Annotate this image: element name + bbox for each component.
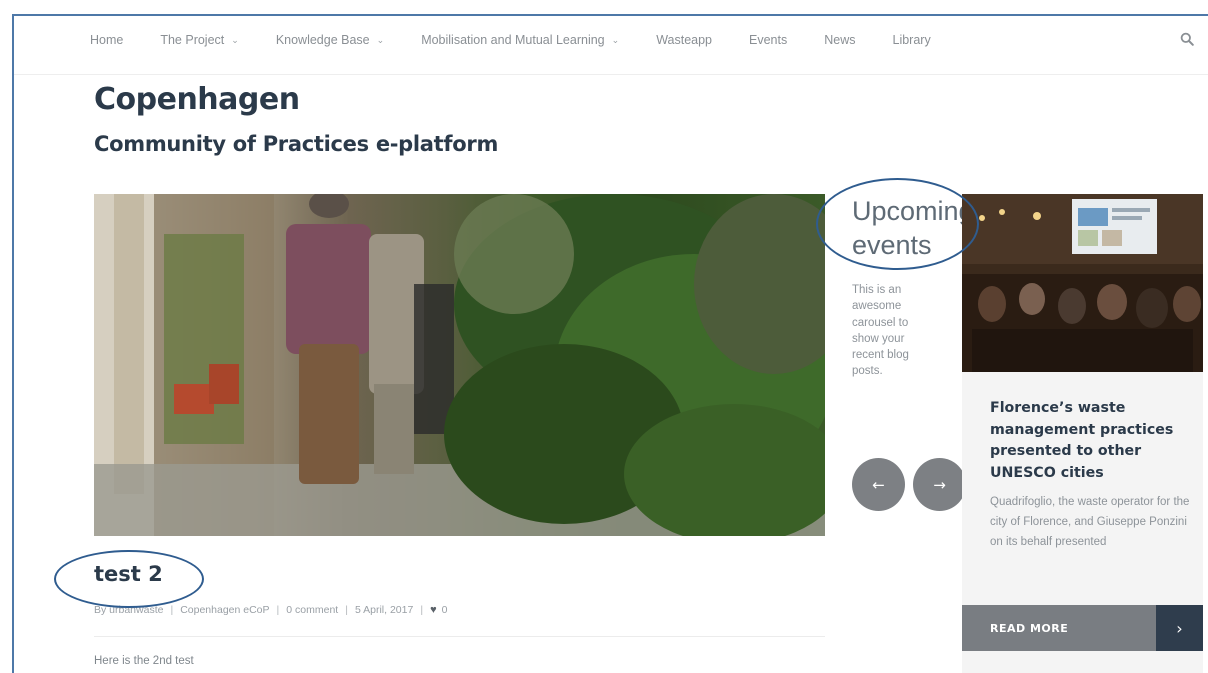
arrow-left-icon: ← <box>872 475 885 494</box>
nav-item-label: News <box>824 33 856 47</box>
chevron-down-icon: ⌄ <box>231 34 239 45</box>
nav-item-label: Home <box>90 33 124 47</box>
nav-item-library[interactable]: Library <box>893 33 931 47</box>
window-left-border <box>12 14 14 673</box>
post-title[interactable]: test 2 <box>94 562 163 586</box>
post-category-link[interactable]: Copenhagen eCoP <box>180 604 269 616</box>
meta-separator: | <box>276 604 280 616</box>
chevron-right-icon: › <box>1176 618 1183 638</box>
event-card-title[interactable]: Florence’s waste management practices pr… <box>990 398 1190 484</box>
nav-item-label: The Project <box>160 33 225 47</box>
window-top-border <box>12 14 1208 16</box>
post-comments-link[interactable]: 0 comment <box>286 604 338 616</box>
meta-separator: | <box>170 604 174 616</box>
post-likes-count: 0 <box>441 604 448 616</box>
event-card: Florence’s waste management practices pr… <box>962 194 1203 673</box>
post-featured-image[interactable] <box>94 194 825 536</box>
nav-item-label: Knowledge Base <box>275 33 370 47</box>
upcoming-title-line2: events <box>852 230 932 260</box>
post-date: 5 April, 2017 <box>354 604 414 616</box>
nav-item-the-project[interactable]: The Project ⌄ <box>160 33 238 47</box>
nav-item-knowledge-base[interactable]: Knowledge Base ⌄ <box>276 33 384 47</box>
upcoming-description: This is an awesome carousel to show your… <box>852 284 909 378</box>
upcoming-events-heading: Upcoming events <box>852 194 964 262</box>
page-subtitle: Community of Practices e-platform <box>94 132 499 156</box>
nav-divider <box>14 74 1208 75</box>
nav-item-label: Mobilisation and Mutual Learning <box>421 33 605 47</box>
event-photo <box>962 194 1203 372</box>
nav-item-news[interactable]: News <box>824 33 855 47</box>
carousel-next-button[interactable]: → <box>913 458 966 511</box>
arrow-right-icon: → <box>933 475 946 494</box>
nav-item-wasteapp[interactable]: Wasteapp <box>656 33 712 47</box>
nav-item-label: Events <box>749 33 788 47</box>
nav-item-mobilisation[interactable]: Mobilisation and Mutual Learning ⌄ <box>421 33 619 47</box>
post-excerpt: Here is the 2nd test <box>94 655 194 667</box>
heart-icon[interactable]: ♥ <box>430 604 437 616</box>
read-more-button[interactable]: READ MORE <box>962 605 1156 651</box>
meta-separator: | <box>420 604 424 616</box>
event-card-image[interactable] <box>962 194 1203 372</box>
event-card-text: Quadrifoglio, the waste operator for the… <box>990 496 1190 549</box>
chevron-down-icon: ⌄ <box>611 34 620 45</box>
hero-photo <box>94 194 825 536</box>
nav-item-label: Library <box>892 33 931 47</box>
page-title: Copenhagen <box>94 82 300 117</box>
carousel-prev-button[interactable]: ← <box>852 458 905 511</box>
post-divider <box>94 636 825 637</box>
nav-item-home[interactable]: Home <box>90 33 123 47</box>
read-more-arrow-button[interactable]: › <box>1156 605 1203 651</box>
search-icon[interactable] <box>1180 32 1194 46</box>
nav-item-label: Wasteapp <box>656 33 713 47</box>
main-navigation: Home The Project ⌄ Knowledge Base ⌄ Mobili… <box>90 28 1200 52</box>
nav-item-events[interactable]: Events <box>749 33 787 47</box>
meta-separator: | <box>345 604 348 616</box>
post-author-link[interactable]: By urbanwaste <box>94 604 163 616</box>
chevron-down-icon: ⌄ <box>376 34 385 45</box>
upcoming-title-line1: Upcoming <box>852 196 964 226</box>
post-meta: By urbanwaste | Copenhagen eCoP | 0 comm… <box>94 604 447 616</box>
